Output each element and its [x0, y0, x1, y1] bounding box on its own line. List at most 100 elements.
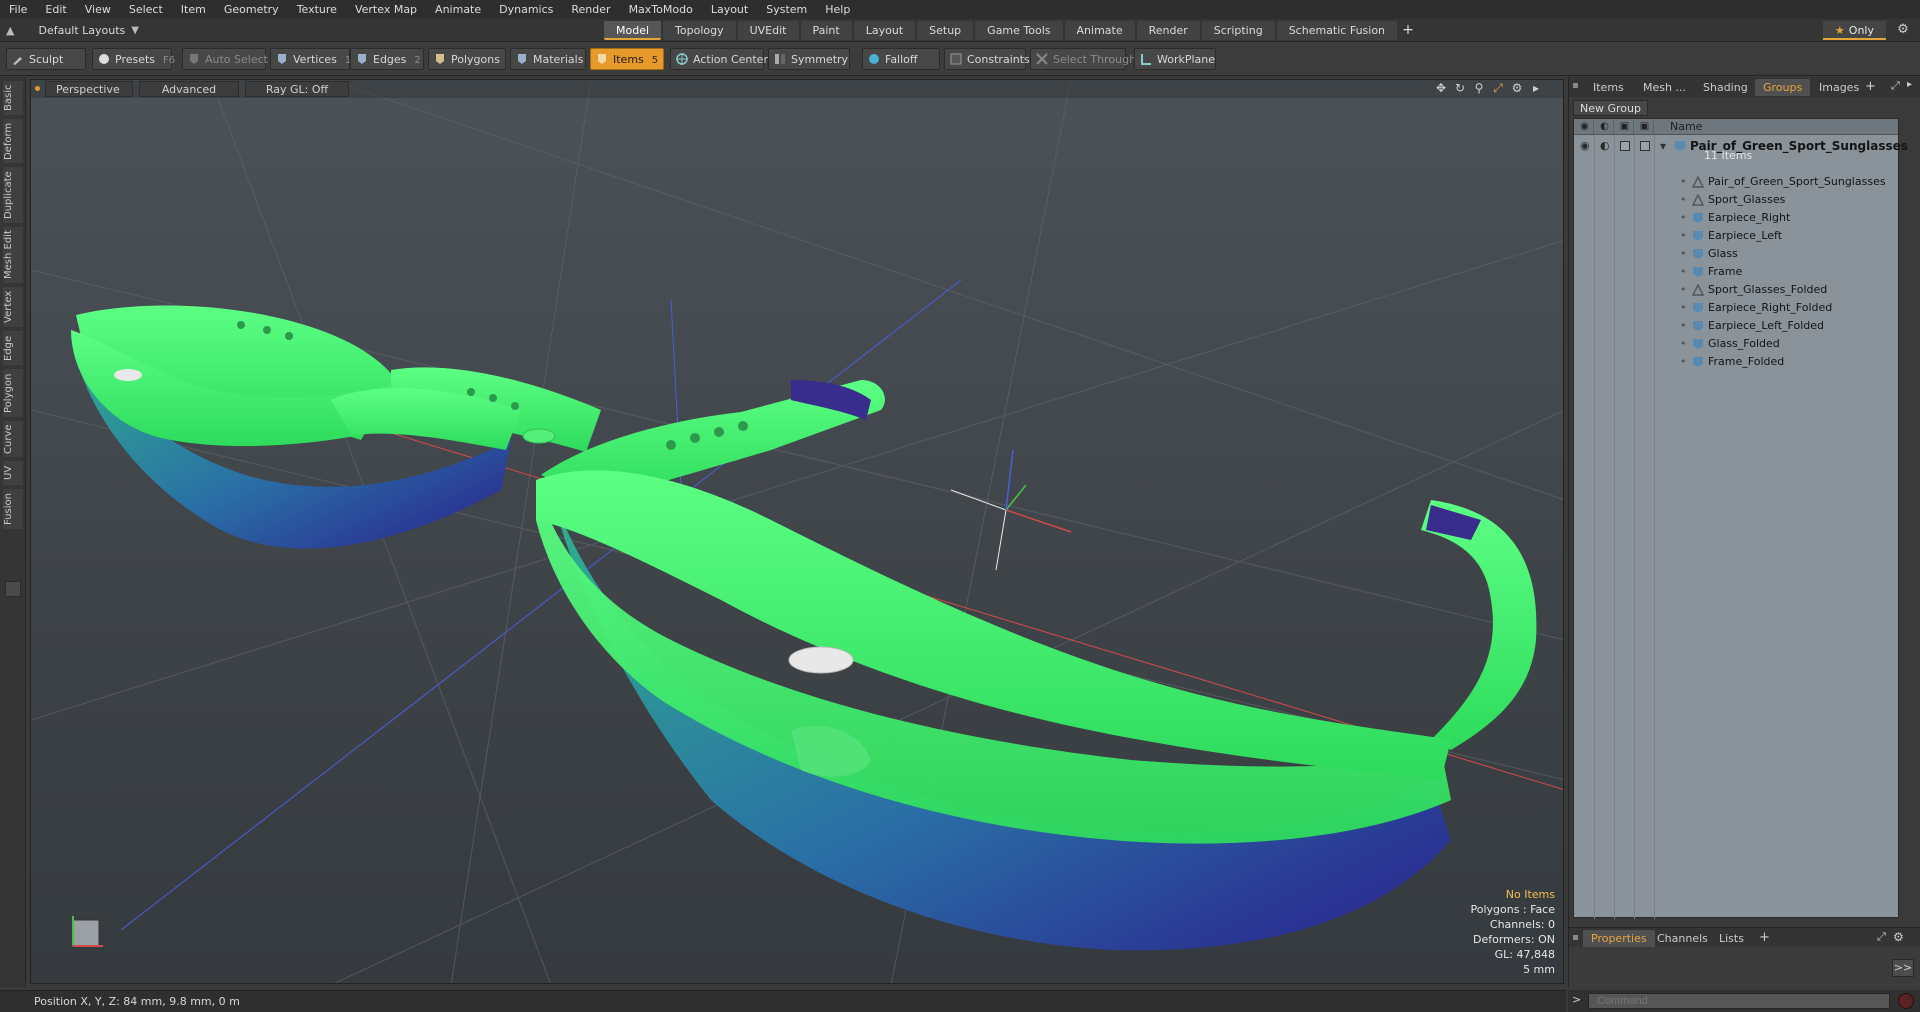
group-item-row[interactable]: • Glass [1574, 245, 1898, 263]
left-tab-uv[interactable]: UV [3, 461, 23, 485]
group-item-row[interactable]: • Frame_Folded [1574, 353, 1898, 371]
auto-select-button[interactable]: Auto Select [182, 48, 268, 70]
add-tab-button[interactable]: + [1399, 21, 1417, 40]
menu-select[interactable]: Select [120, 0, 172, 19]
tab-shading[interactable]: Shading [1695, 79, 1756, 96]
menu-vertex-map[interactable]: Vertex Map [346, 0, 426, 19]
menu-texture[interactable]: Texture [288, 0, 346, 19]
lock-column-icon[interactable]: ▣ [1616, 120, 1634, 134]
menu-maxtomodo[interactable]: MaxToModo [620, 0, 702, 19]
tab-layout[interactable]: Layout [853, 21, 916, 40]
tab-setup[interactable]: Setup [917, 21, 974, 40]
lock-checkbox[interactable] [1620, 141, 1630, 151]
command-input[interactable] [1588, 993, 1890, 1009]
record-macro-icon[interactable] [1898, 993, 1914, 1009]
tab-lists[interactable]: Lists [1711, 930, 1752, 947]
sunglasses-model[interactable] [536, 380, 1537, 951]
new-group-button[interactable]: New Group [1573, 100, 1648, 116]
panel-menu-dot[interactable] [1573, 83, 1578, 88]
group-item-row[interactable]: • Earpiece_Left [1574, 227, 1898, 245]
left-tab-polygon[interactable]: Polygon [3, 369, 23, 417]
tab-animate[interactable]: Animate [1064, 21, 1135, 40]
props-gear-icon[interactable]: ⚙ [1893, 930, 1904, 944]
select-through-button[interactable]: Select Through [1030, 48, 1136, 70]
menu-render[interactable]: Render [562, 0, 619, 19]
left-panel-toggle[interactable] [5, 581, 21, 597]
only-toggle[interactable]: ★ Only [1822, 21, 1886, 40]
workplane-button[interactable]: WorkPlane [1134, 48, 1216, 70]
left-tab-edge[interactable]: Edge [3, 331, 23, 365]
advanced-dropdown[interactable]: Advanced [139, 81, 239, 97]
add-panel-tab-icon[interactable]: + [1865, 79, 1876, 94]
sunglasses-folded-model[interactable] [71, 305, 601, 549]
tab-properties[interactable]: Properties [1583, 930, 1655, 947]
render-icon[interactable]: ◐ [1600, 140, 1612, 152]
expand-props-icon[interactable]: ⤢ [1877, 930, 1886, 944]
group-item-row[interactable]: • Earpiece_Left_Folded [1574, 317, 1898, 335]
left-tab-fusion[interactable]: Fusion [3, 489, 23, 529]
left-tab-curve[interactable]: Curve [3, 421, 23, 457]
left-tab-duplicate[interactable]: Duplicate [3, 167, 23, 223]
play-icon[interactable]: ▸ [1529, 81, 1543, 95]
tab-mesh[interactable]: Mesh ... [1635, 79, 1694, 96]
sculpt-button[interactable]: Sculpt [6, 48, 86, 70]
polygons-button[interactable]: Polygons [428, 48, 506, 70]
left-tab-vertex[interactable]: Vertex [3, 287, 23, 327]
tab-images[interactable]: Images [1811, 79, 1867, 96]
falloff-button[interactable]: Falloff [862, 48, 940, 70]
panel-menu-arrow-icon[interactable]: ▸ [1907, 79, 1912, 90]
props-menu-dot[interactable] [1573, 935, 1578, 940]
pan-icon[interactable]: ✥ [1434, 81, 1448, 95]
expand-panel-icon[interactable]: ⤢ [1891, 79, 1900, 93]
tab-paint[interactable]: Paint [800, 21, 852, 40]
select-checkbox[interactable] [1640, 141, 1650, 151]
group-item-row[interactable]: • Frame [1574, 263, 1898, 281]
group-item-row[interactable]: • Glass_Folded [1574, 335, 1898, 353]
gear-icon[interactable]: ⚙ [1894, 21, 1912, 39]
menu-layout[interactable]: Layout [702, 0, 757, 19]
tab-channels[interactable]: Channels [1649, 930, 1716, 947]
expand-arrow-icon[interactable]: ▾ [1660, 137, 1666, 155]
tab-game-tools[interactable]: Game Tools [975, 21, 1063, 40]
menu-animate[interactable]: Animate [426, 0, 490, 19]
group-item-row[interactable]: • Sport_Glasses_Folded [1574, 281, 1898, 299]
symmetry-button[interactable]: Symmetry [768, 48, 850, 70]
visibility-column-icon[interactable]: ◉ [1576, 120, 1594, 134]
group-item-row[interactable]: • Pair_of_Green_Sport_Sunglasses [1574, 173, 1898, 191]
eye-icon[interactable]: ◉ [1580, 140, 1592, 152]
materials-button[interactable]: Materials [510, 48, 586, 70]
collapse-icon[interactable]: ▲ [6, 24, 14, 37]
tab-scripting[interactable]: Scripting [1201, 21, 1275, 40]
group-item-row[interactable]: • Earpiece_Right_Folded [1574, 299, 1898, 317]
constraints-button[interactable]: Constraints [944, 48, 1030, 70]
menu-geometry[interactable]: Geometry [215, 0, 288, 19]
scene-canvas[interactable] [31, 80, 1564, 984]
tab-topology[interactable]: Topology [663, 21, 736, 40]
left-tab-deform[interactable]: Deform [3, 119, 23, 163]
transform-gizmo[interactable] [950, 449, 1072, 571]
tab-render[interactable]: Render [1136, 21, 1200, 40]
select-column-icon[interactable]: ▣ [1636, 120, 1654, 134]
tab-schematic-fusion[interactable]: Schematic Fusion [1276, 21, 1398, 40]
items-button[interactable]: Items 5 [590, 48, 664, 70]
add-props-tab-icon[interactable]: + [1759, 930, 1770, 945]
menu-view[interactable]: View [76, 0, 120, 19]
menu-dynamics[interactable]: Dynamics [490, 0, 562, 19]
raygl-dropdown[interactable]: Ray GL: Off [245, 81, 349, 97]
menu-help[interactable]: Help [816, 0, 859, 19]
zoom-icon[interactable]: ⚲ [1472, 81, 1486, 95]
rotate-icon[interactable]: ↻ [1453, 81, 1467, 95]
layout-select[interactable]: ▲ Default Layouts ▼ [6, 22, 139, 39]
tab-uvedit[interactable]: UVEdit [737, 21, 799, 40]
viewport-menu-dot[interactable] [35, 86, 40, 91]
name-column-header[interactable]: Name [1670, 120, 1702, 134]
menu-file[interactable]: File [0, 0, 36, 19]
edges-button[interactable]: Edges 2 [350, 48, 424, 70]
3d-viewport[interactable]: Perspective Advanced Ray GL: Off ✥ ↻ ⚲ ⤢… [30, 79, 1564, 984]
expand-props-button[interactable]: >> [1892, 959, 1914, 977]
perspective-dropdown[interactable]: Perspective [45, 81, 133, 97]
group-item-row[interactable]: • Sport_Glasses [1574, 191, 1898, 209]
fit-icon[interactable]: ⤢ [1491, 81, 1505, 95]
left-tab-basic[interactable]: Basic [3, 81, 23, 115]
menu-system[interactable]: System [757, 0, 816, 19]
